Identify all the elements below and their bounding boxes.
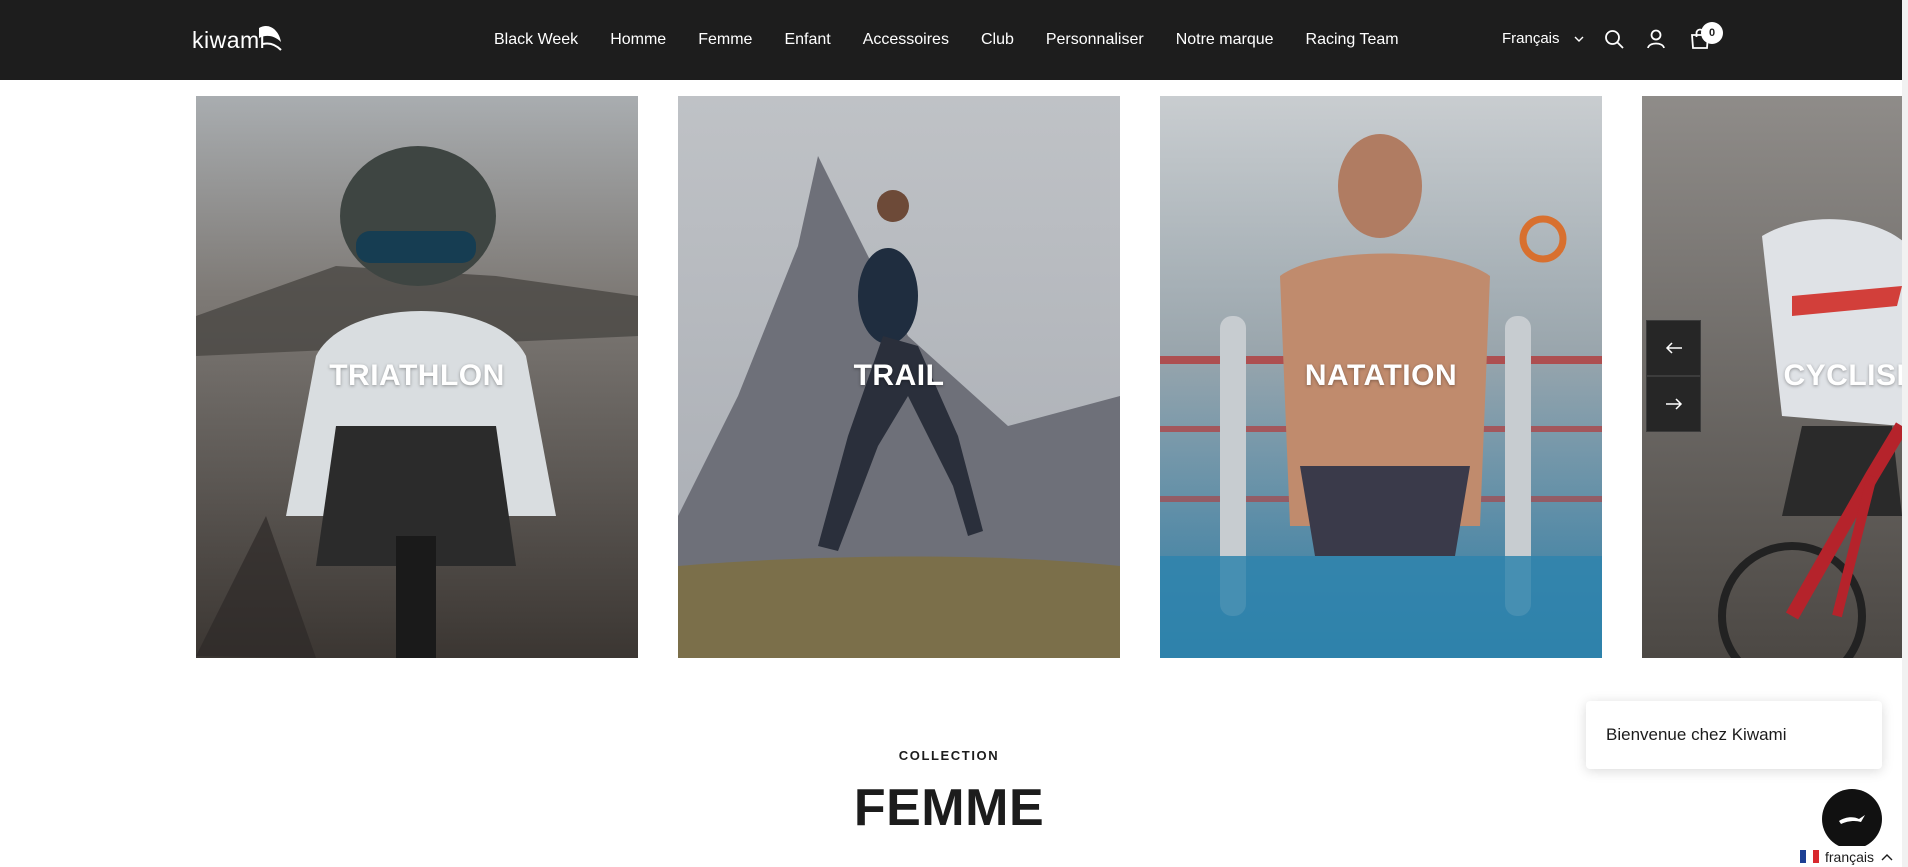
nav-item-personnaliser[interactable]: Personnaliser: [1046, 31, 1144, 49]
nav-item-club[interactable]: Club: [981, 31, 1014, 49]
category-label: NATATION: [1304, 359, 1458, 392]
nav-item-black-week[interactable]: Black Week: [494, 31, 578, 49]
category-tile-natation[interactable]: NATATION: [1160, 96, 1602, 658]
language-switcher[interactable]: français: [1800, 846, 1895, 867]
carousel-next-button[interactable]: [1646, 376, 1701, 432]
nav-item-accessoires[interactable]: Accessoires: [863, 31, 949, 49]
nav-item-notre-marque[interactable]: Notre marque: [1176, 31, 1274, 49]
language-label: Français: [1502, 30, 1560, 47]
collection-title: FEMME: [853, 779, 1045, 837]
nav-item-racing-team[interactable]: Racing Team: [1306, 31, 1399, 49]
chat-launcher-button[interactable]: [1822, 789, 1882, 849]
main-nav: Black Week Homme Femme Enfant Accessoire…: [494, 0, 1431, 80]
language-selector[interactable]: Français: [1502, 30, 1584, 47]
kiwami-logo-icon: [1839, 815, 1865, 824]
language-switcher-label: français: [1825, 848, 1875, 865]
carousel-prev-button[interactable]: [1646, 320, 1701, 376]
chevron-down-icon: [1574, 36, 1584, 42]
chat-welcome-text: Bienvenue chez Kiwami: [1606, 725, 1787, 744]
category-tile-triathlon[interactable]: TRIATHLON: [196, 96, 638, 658]
nav-item-homme[interactable]: Homme: [610, 31, 666, 49]
france-flag-icon: [1800, 850, 1819, 863]
logo-text: kiwami: [192, 26, 266, 53]
cart-count-badge: 0: [1701, 22, 1723, 44]
nav-item-femme[interactable]: Femme: [698, 31, 752, 49]
arrow-right-icon: [1665, 398, 1682, 410]
page-scrollbar[interactable]: [1902, 0, 1908, 867]
category-label: TRIATHLON: [329, 359, 505, 392]
logo-mark-icon: [259, 25, 282, 51]
nav-item-enfant[interactable]: Enfant: [784, 31, 830, 49]
site-header: kiwami Black Week Homme Femme Enfant Acc…: [0, 0, 1902, 80]
logo[interactable]: kiwami: [192, 22, 285, 58]
arrow-left-icon: [1665, 342, 1682, 354]
search-icon[interactable]: [1603, 28, 1625, 50]
chevron-up-icon: [1881, 853, 1893, 860]
chat-welcome-message[interactable]: Bienvenue chez Kiwami: [1586, 701, 1882, 769]
category-label: TRAIL: [853, 359, 945, 392]
category-tile-trail[interactable]: TRAIL: [678, 96, 1120, 658]
account-icon[interactable]: [1645, 28, 1667, 50]
